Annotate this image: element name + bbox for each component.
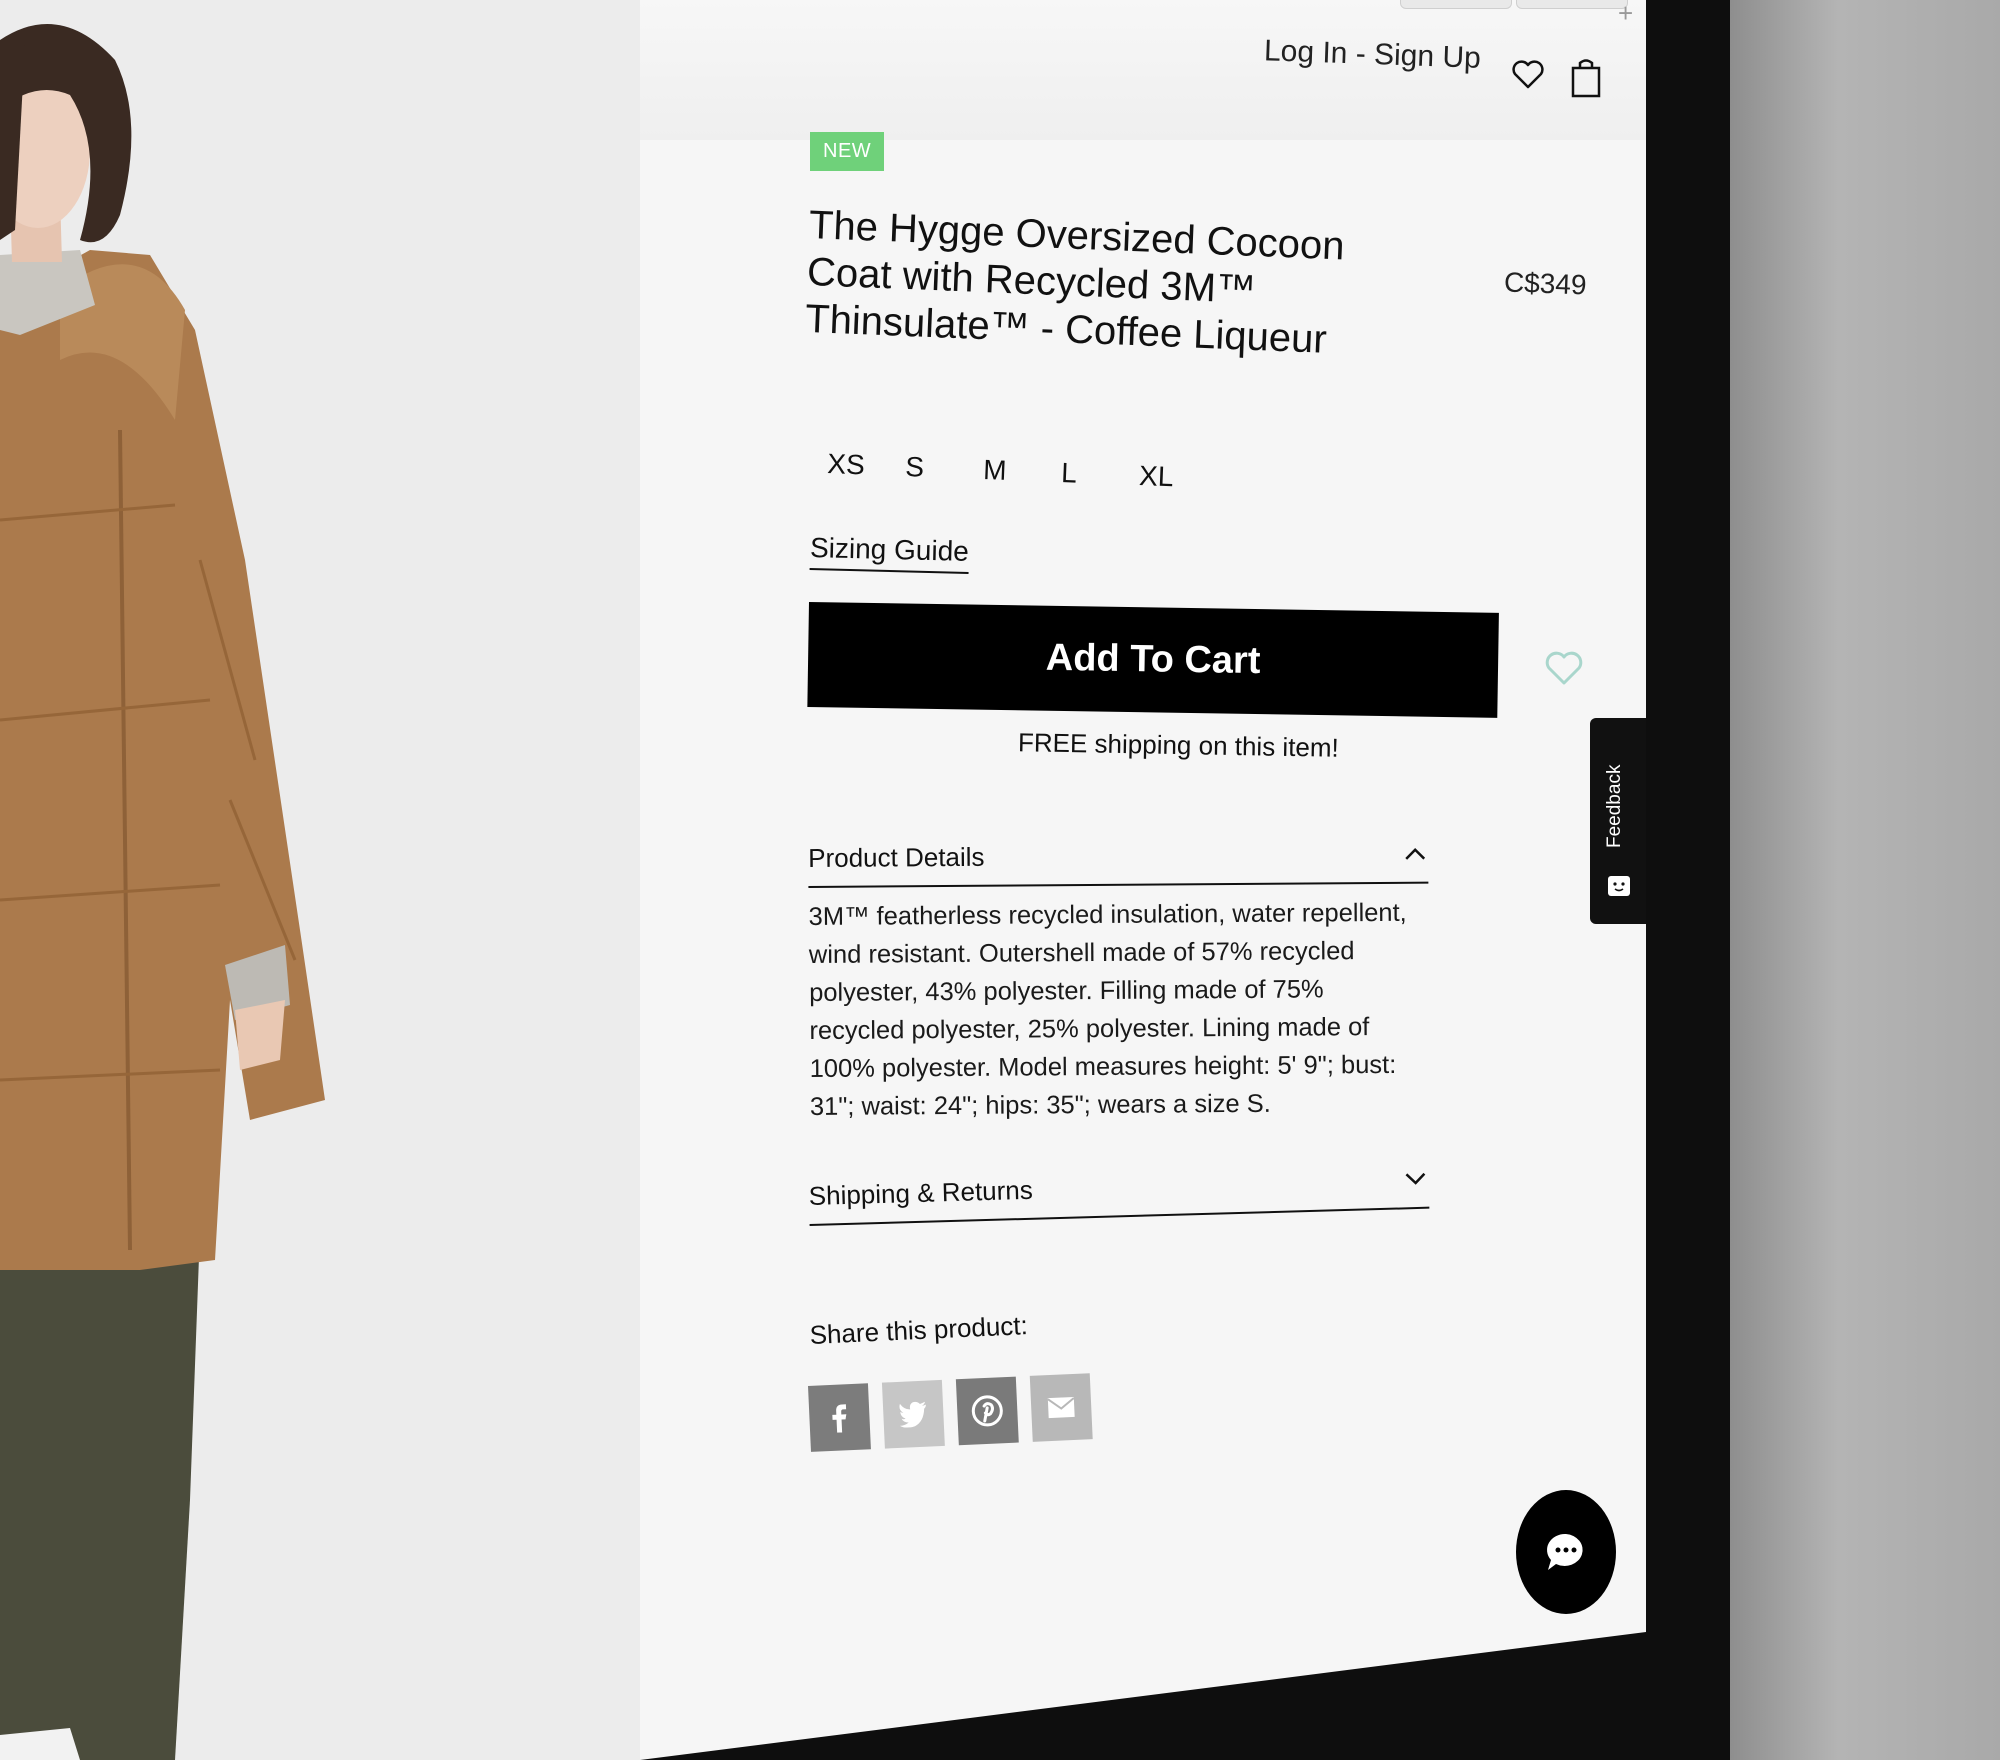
sizing-guide-link[interactable]: Sizing Guide xyxy=(809,532,970,574)
email-icon[interactable] xyxy=(1029,1373,1093,1442)
product-photo xyxy=(0,0,640,1760)
product-panel: Log In - Sign Up NEW The Hygge Oversized… xyxy=(640,0,1646,1760)
auth-links: Log In - Sign Up xyxy=(1263,34,1482,76)
chat-button[interactable] xyxy=(1516,1490,1616,1614)
product-details-header[interactable]: Product Details xyxy=(808,825,1429,888)
chevron-down-icon xyxy=(1405,1172,1426,1185)
size-selector: XS S M L XL xyxy=(827,448,1218,495)
pinterest-icon[interactable] xyxy=(955,1376,1019,1446)
share-buttons xyxy=(808,1373,1093,1452)
signup-link[interactable]: Sign Up xyxy=(1374,38,1482,75)
twitter-icon[interactable] xyxy=(881,1379,945,1449)
facebook-icon[interactable] xyxy=(808,1383,871,1452)
shopping-bag-icon[interactable] xyxy=(1568,56,1604,100)
product-price: C$349 xyxy=(1503,266,1588,301)
shipping-returns-header[interactable]: Shipping & Returns xyxy=(808,1150,1430,1226)
feedback-label: Feedback xyxy=(1604,764,1625,848)
product-title: The Hygge Oversized Cocoon Coat with Rec… xyxy=(804,202,1346,362)
size-option-m[interactable]: M xyxy=(983,454,1062,489)
model-wearing-coat-image xyxy=(0,0,640,1760)
new-badge: NEW xyxy=(810,132,885,171)
feedback-face-icon xyxy=(1608,876,1630,896)
size-option-xs[interactable]: XS xyxy=(827,448,906,483)
product-details-text: 3M™ featherless recycled insulation, wat… xyxy=(808,898,1407,1121)
product-details-accordion: Product Details 3M™ featherless recycled… xyxy=(808,825,1430,1126)
feedback-tab[interactable]: Feedback xyxy=(1590,718,1646,924)
add-to-wishlist-heart-icon[interactable] xyxy=(1543,648,1585,688)
shipping-returns-accordion: Shipping & Returns xyxy=(808,1150,1430,1226)
background-wall xyxy=(1730,0,2000,1760)
auth-separator: - xyxy=(1346,37,1375,72)
chevron-up-icon xyxy=(1405,847,1426,860)
product-details-title: Product Details xyxy=(808,841,985,873)
size-option-xl[interactable]: XL xyxy=(1139,460,1218,495)
size-option-s[interactable]: S xyxy=(905,451,984,486)
chat-bubble-icon xyxy=(1547,1533,1583,1570)
browser-screen: + Log In - Sign Up NEW The Hygge Oversiz… xyxy=(0,0,1646,1760)
shipping-returns-title: Shipping & Returns xyxy=(808,1174,1034,1211)
wishlist-heart-icon[interactable] xyxy=(1510,56,1546,92)
free-shipping-note: FREE shipping on this item! xyxy=(1017,727,1340,763)
login-link[interactable]: Log In xyxy=(1264,34,1349,70)
size-option-l[interactable]: L xyxy=(1061,457,1140,492)
add-to-cart-button[interactable]: Add To Cart xyxy=(807,602,1499,718)
share-label: Share this product: xyxy=(809,1310,1029,1350)
